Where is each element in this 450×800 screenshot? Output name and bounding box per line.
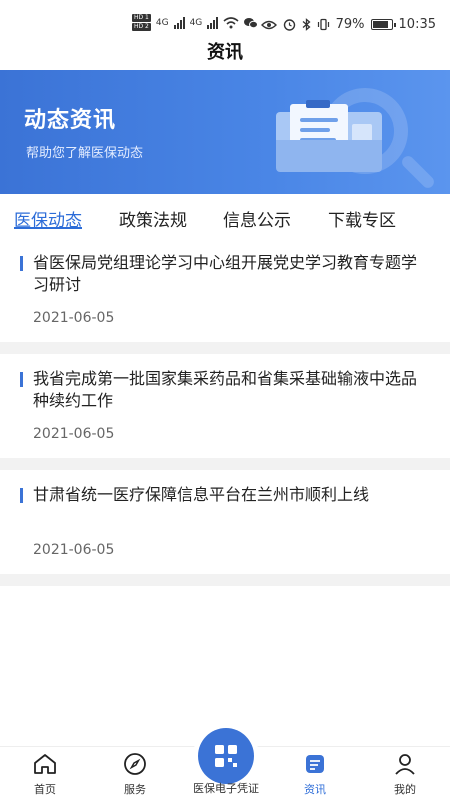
qr-code-icon [215, 745, 237, 767]
news-item[interactable]: 甘肃省统一医疗保障信息平台在兰州市顺利上线 2021-06-05 [0, 470, 450, 574]
status-bar: HD 1 HD 2 4G 4G 79% 10:35 [0, 0, 450, 34]
user-icon [395, 754, 415, 775]
news-title: 省医保局党组理论学习中心组开展党史学习教育专题学习研讨 [33, 253, 418, 294]
nav-home-label: 首页 [34, 783, 56, 796]
battery-icon [370, 19, 396, 30]
news-date: 2021-06-05 [33, 542, 115, 558]
clock: 10:35 [398, 17, 436, 32]
qr-center-button[interactable] [198, 728, 254, 784]
news-item[interactable]: 省医保局党组理论学习中心组开展党史学习教育专题学习研讨 2021-06-05 [0, 238, 450, 342]
news-list: 省医保局党组理论学习中心组开展党史学习教育专题学习研讨 2021-06-05 我… [0, 238, 450, 586]
nav-news[interactable]: 资讯 [280, 751, 350, 797]
wechat-icon [244, 17, 259, 28]
battery-percent: 79% [335, 17, 365, 32]
tab-downloads[interactable]: 下载专区 [328, 196, 396, 231]
eye-icon [260, 20, 277, 29]
banner: 动态资讯 帮助您了解医保动态 [0, 70, 450, 194]
signal-icon-2 [207, 16, 219, 29]
nav-mine[interactable]: 我的 [370, 751, 440, 797]
divider [0, 458, 450, 470]
tab-medical-news[interactable]: 医保动态 [14, 196, 82, 231]
news-date: 2021-06-05 [33, 426, 115, 442]
home-icon [34, 754, 56, 774]
hd2-badge: HD 2 [132, 23, 151, 31]
tab-public-info[interactable]: 信息公示 [223, 196, 291, 231]
nav-service[interactable]: 服务 [100, 751, 170, 797]
signal-icon [173, 16, 185, 29]
news-icon [306, 755, 324, 773]
accent-bar [20, 256, 23, 271]
hd1-badge: HD 1 [132, 14, 151, 22]
net1-label: 4G [155, 17, 169, 28]
tab-policies[interactable]: 政策法规 [119, 196, 187, 231]
nav-service-label: 服务 [124, 783, 146, 796]
status-left: HD 1 HD 2 4G 4G [132, 14, 259, 31]
compass-icon [124, 753, 146, 775]
nav-mine-label: 我的 [394, 783, 416, 796]
banner-subtitle: 帮助您了解医保动态 [26, 146, 144, 161]
doc-clip [306, 100, 330, 108]
bluetooth-icon [302, 18, 311, 31]
nav-home[interactable]: 首页 [10, 751, 80, 797]
doc-tray-front [276, 140, 382, 172]
nav-news-label: 资讯 [304, 783, 326, 796]
divider [0, 574, 450, 586]
divider [0, 342, 450, 354]
vibrate-icon [317, 18, 329, 31]
net2-label: 4G [189, 17, 203, 28]
wifi-icon [223, 16, 239, 28]
magnifier-handle-decoration [399, 153, 437, 191]
news-title: 甘肃省统一医疗保障信息平台在兰州市顺利上线 [33, 485, 370, 504]
alarm-icon [283, 19, 295, 31]
news-date: 2021-06-05 [33, 310, 115, 326]
accent-bar [20, 372, 23, 387]
page-title: 资讯 [207, 42, 243, 63]
nav-center-label: 医保电子凭证 [193, 782, 259, 795]
hd-badges: HD 1 HD 2 [132, 14, 151, 31]
accent-bar [20, 488, 23, 503]
news-title: 我省完成第一批国家集采药品和省集采基础输液中选品种续约工作 [33, 369, 418, 410]
tab-bar: 医保动态 政策法规 信息公示 下载专区 [0, 196, 450, 238]
banner-title: 动态资讯 [24, 108, 117, 133]
status-right: 79% 10:35 [260, 17, 436, 32]
news-item[interactable]: 我省完成第一批国家集采药品和省集采基础输液中选品种续约工作 2021-06-05 [0, 354, 450, 458]
